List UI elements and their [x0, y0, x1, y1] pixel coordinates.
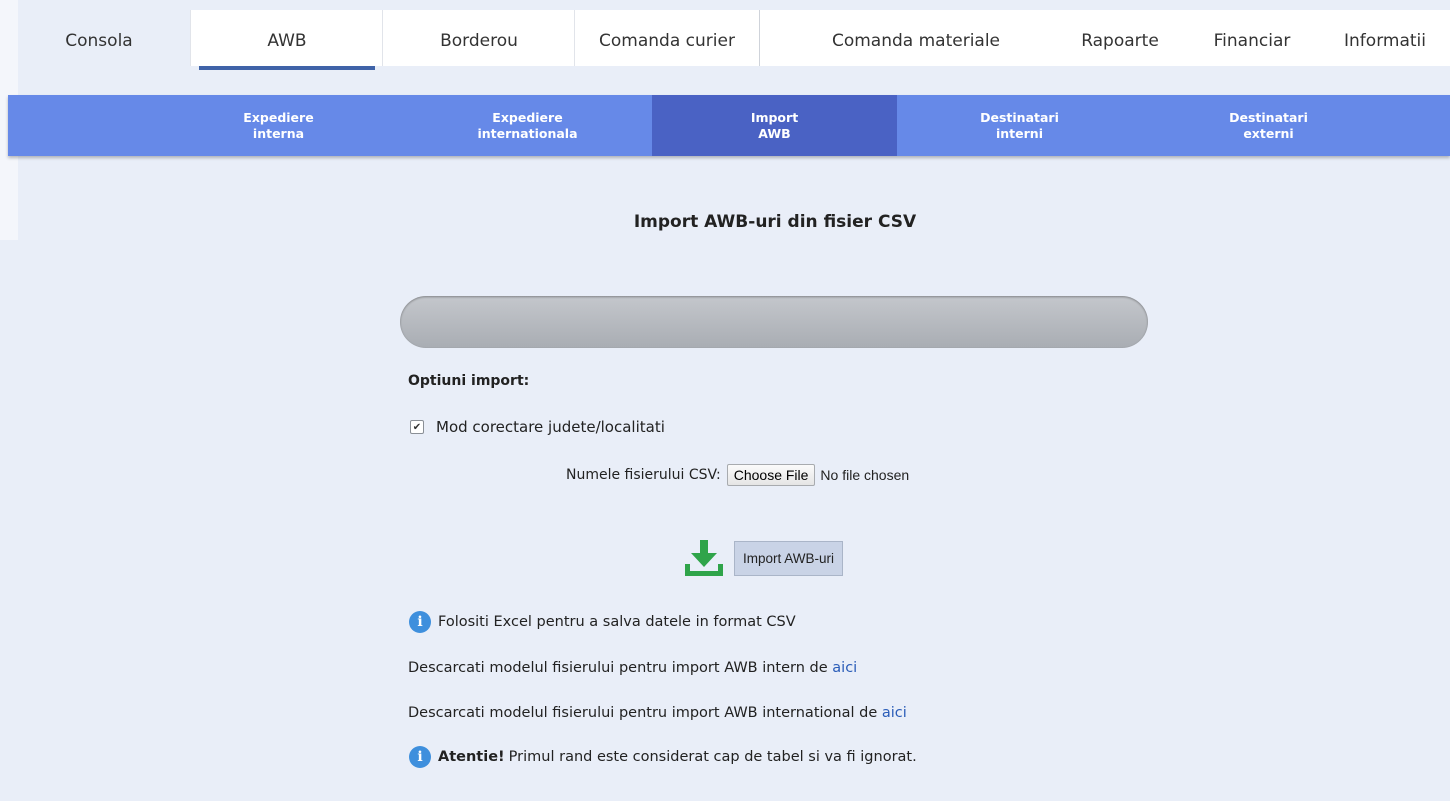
subnav-line1: Destinatari: [1229, 109, 1308, 125]
attention-row: i Atentie! Primul rand este considerat c…: [409, 746, 917, 768]
import-row: Import AWB-uri: [683, 538, 844, 578]
correction-mode-label: Mod corectare judete/localitati: [436, 418, 665, 436]
tab-financiar[interactable]: Financiar: [1198, 10, 1306, 66]
page-title: Import AWB-uri din fisier CSV: [0, 212, 1450, 232]
subnav-line2: externi: [1243, 125, 1294, 141]
tab-borderou[interactable]: Borderou: [382, 10, 576, 66]
subnav-line1: Destinatari: [980, 109, 1059, 125]
subnav-destinatari-interni[interactable]: Destinatari interni: [897, 95, 1142, 156]
info-excel-text: Folositi Excel pentru a salva datele in …: [438, 614, 796, 630]
subnav-import-awb[interactable]: Import AWB: [652, 95, 897, 156]
top-navigation: Consola AWB Borderou Comanda curier Coma…: [8, 10, 1450, 70]
no-file-status: No file chosen: [820, 467, 910, 483]
info-icon: i: [409, 746, 431, 768]
page-title-text: Import AWB-uri din fisier CSV: [633, 212, 917, 232]
download-international-link[interactable]: aici: [882, 705, 907, 721]
download-international-text: Descarcati modelul fisierului pentru imp…: [408, 705, 878, 721]
upload-progress-bar: [400, 296, 1148, 348]
info-icon: i: [409, 611, 431, 633]
options-title: Optiuni import:: [408, 373, 530, 389]
tab-informatii[interactable]: Informatii: [1330, 10, 1440, 66]
attention-label: Atentie!: [438, 749, 505, 765]
download-icon[interactable]: [683, 538, 725, 578]
download-intern-text: Descarcati modelul fisierului pentru imp…: [408, 660, 828, 676]
tab-rapoarte[interactable]: Rapoarte: [1070, 10, 1170, 66]
file-name-label: Numele fisierului CSV:: [566, 467, 721, 483]
subnav-line2: AWB: [758, 125, 791, 141]
tab-comanda-materiale[interactable]: Comanda materiale: [816, 10, 1016, 66]
attention-text: Primul rand este considerat cap de tabel…: [508, 749, 917, 765]
download-international-row: Descarcati modelul fisierului pentru imp…: [408, 705, 907, 721]
subnav-line1: Expediere: [492, 109, 563, 125]
download-intern-row: Descarcati modelul fisierului pentru imp…: [408, 660, 857, 676]
subnav-line2: interna: [252, 125, 305, 141]
correction-mode-row: ✔ Mod corectare judete/localitati: [410, 418, 665, 436]
import-awb-button[interactable]: Import AWB-uri: [734, 540, 844, 576]
subnav-expediere-interna[interactable]: Expediere interna: [156, 95, 401, 156]
tab-consola[interactable]: Consola: [8, 10, 190, 66]
subnav-line2: internationala: [477, 125, 578, 141]
subnav-line1: Expediere: [243, 109, 314, 125]
tab-awb[interactable]: AWB: [190, 10, 384, 70]
correction-mode-checkbox[interactable]: ✔: [410, 420, 424, 434]
file-select-row: Numele fisierului CSV: Choose File No fi…: [566, 464, 909, 486]
subnav-line1: Import: [750, 109, 799, 125]
choose-file-button[interactable]: Choose File: [726, 464, 816, 486]
download-intern-link[interactable]: aici: [832, 660, 857, 676]
sub-navigation: Expediere interna Expediere internationa…: [8, 95, 1450, 156]
subnav-destinatari-externi[interactable]: Destinatari externi: [1146, 95, 1391, 156]
subnav-expediere-internationala[interactable]: Expediere internationala: [405, 95, 650, 156]
info-excel-row: i Folositi Excel pentru a salva datele i…: [409, 611, 796, 633]
subnav-line2: interni: [996, 125, 1043, 141]
tab-comanda-curier[interactable]: Comanda curier: [574, 10, 760, 66]
